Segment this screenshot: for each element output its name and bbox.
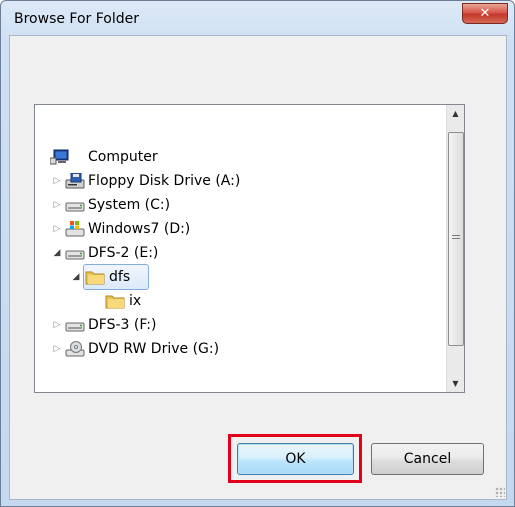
dialog-title: Browse For Folder xyxy=(14,11,140,27)
tree-item-dfs[interactable]: ◢ dfs xyxy=(35,264,445,290)
tree-item-floppy-drive[interactable]: ▷ Floppy Disk Drive (A:) xyxy=(35,169,445,193)
tree-item-label: System (C:) xyxy=(88,197,171,213)
close-button[interactable]: ✕ xyxy=(462,3,508,24)
floppy-drive-icon xyxy=(65,173,85,189)
cancel-button[interactable]: Cancel xyxy=(371,443,484,475)
close-icon: ✕ xyxy=(479,6,491,21)
dvd-drive-icon xyxy=(65,341,85,357)
tree-item-label: DFS-2 (E:) xyxy=(88,245,159,261)
folder-icon xyxy=(85,271,105,285)
tree-item-label: DVD RW Drive (G:) xyxy=(88,341,220,357)
hard-drive-icon xyxy=(65,202,85,212)
hard-drive-icon xyxy=(65,322,85,332)
expand-arrow-icon[interactable]: ▷ xyxy=(52,313,62,337)
arrow-up-icon: ▲ xyxy=(452,109,459,118)
tree-item-label: dfs xyxy=(109,269,131,285)
arrow-down-icon: ▼ xyxy=(452,379,459,388)
collapse-arrow-icon[interactable]: ◢ xyxy=(71,265,81,289)
scroll-down-button[interactable]: ▼ xyxy=(447,375,464,392)
grip-icon xyxy=(452,235,460,241)
tree-item-dfs3-f[interactable]: ▷ DFS-3 (F:) xyxy=(35,313,445,337)
vertical-scrollbar[interactable]: ▲ ▼ xyxy=(446,105,464,392)
resize-grip-icon[interactable] xyxy=(495,487,505,497)
tree-item-windows7-d[interactable]: ▷ Windows7 (D:) xyxy=(35,217,445,241)
scroll-up-button[interactable]: ▲ xyxy=(447,105,464,122)
folder-tree[interactable]: Computer ▷ Floppy Disk Drive (A:) ▷ Syst… xyxy=(34,104,465,393)
tree-item-label: DFS-3 (F:) xyxy=(88,317,157,333)
tree-item-dvd-rw-g[interactable]: ▷ DVD RW Drive (G:) xyxy=(35,337,445,361)
tree-item-dfs2-e[interactable]: ◢ DFS-2 (E:) xyxy=(35,241,445,265)
tree-item-label: Computer xyxy=(88,149,158,165)
scrollbar-thumb[interactable] xyxy=(448,132,464,346)
expand-arrow-icon[interactable]: ▷ xyxy=(52,337,62,361)
tree-item-computer[interactable]: Computer xyxy=(35,145,445,169)
tree-item-label: ix xyxy=(129,293,142,309)
tree-item-label: Windows7 (D:) xyxy=(88,221,191,237)
tree-item-label: Floppy Disk Drive (A:) xyxy=(88,173,241,189)
expand-arrow-icon[interactable]: ▷ xyxy=(52,193,62,217)
windows-drive-icon xyxy=(65,221,85,237)
tree-item-system-c[interactable]: ▷ System (C:) xyxy=(35,193,445,217)
tree-item-ix[interactable]: ix xyxy=(35,289,445,313)
folder-icon xyxy=(105,295,125,309)
computer-icon xyxy=(50,149,69,165)
expand-arrow-icon[interactable]: ▷ xyxy=(52,217,62,241)
hard-drive-icon xyxy=(65,250,85,260)
annotation-highlight-box xyxy=(228,434,362,483)
title-bar[interactable]: Browse For Folder ✕ xyxy=(1,1,514,35)
expand-arrow-icon[interactable]: ▷ xyxy=(52,169,62,193)
collapse-arrow-icon[interactable]: ◢ xyxy=(52,241,62,265)
